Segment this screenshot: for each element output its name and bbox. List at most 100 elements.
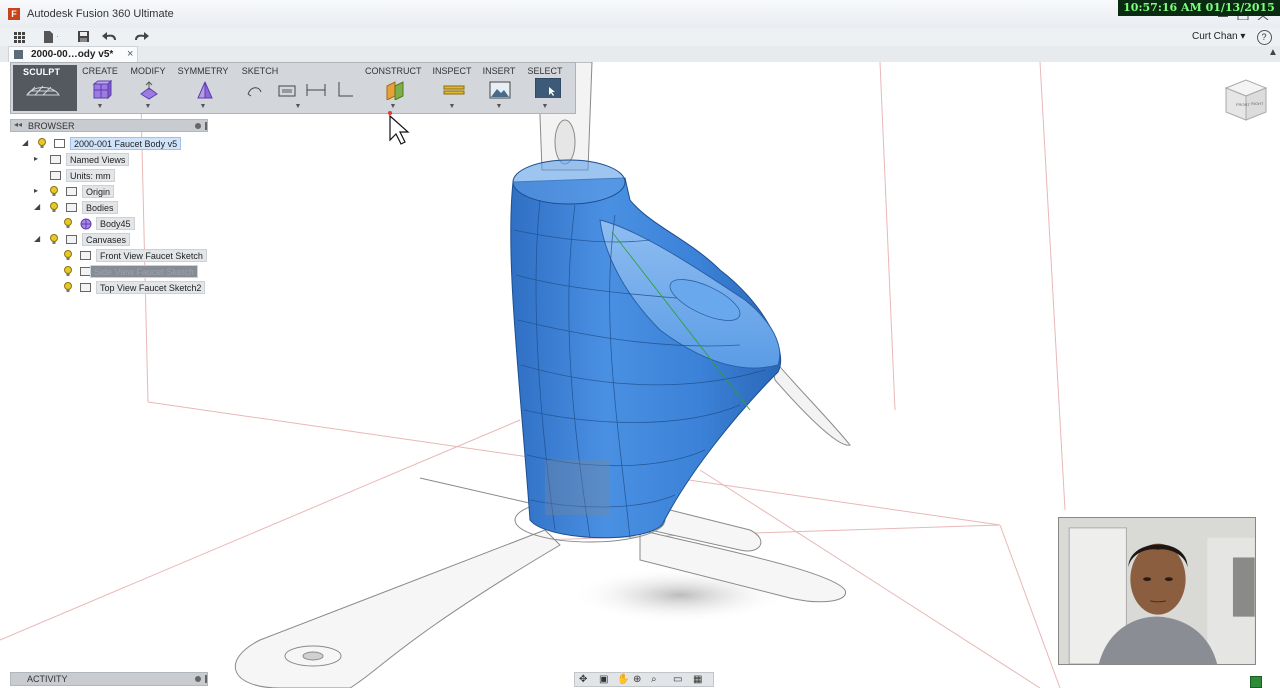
box-icon <box>92 80 112 100</box>
folder-icon <box>66 187 77 196</box>
panel-grip-icon[interactable] <box>205 675 207 683</box>
chevron-down-icon: ▼ <box>294 103 302 110</box>
document-settings-icon <box>50 171 61 180</box>
visibility-bulb-icon[interactable] <box>50 202 58 212</box>
close-tab-icon[interactable]: × <box>127 48 133 60</box>
window-title: Autodesk Fusion 360 Ultimate <box>27 8 174 20</box>
expand-triangle-icon[interactable]: ▸ <box>34 154 42 163</box>
select-label: SELECT <box>527 66 563 76</box>
data-panel-grid-icon[interactable] <box>10 30 28 44</box>
sculpt-mesh-icon <box>26 85 60 96</box>
viewcube[interactable]: FRONT RIGHT <box>1220 74 1270 124</box>
tree-item-label: Canvases <box>82 233 131 246</box>
tree-item-label: Body45 <box>96 217 135 230</box>
collapse-triangle-icon[interactable]: ◢ <box>34 234 42 243</box>
visibility-bulb-icon[interactable] <box>64 218 72 228</box>
pin-icon[interactable] <box>195 676 201 682</box>
workspace-label: SCULPT <box>23 67 61 77</box>
tree-item-label: Named Views <box>66 153 130 166</box>
tree-item-label: 2000-001 Faucet Body v5 <box>70 137 182 150</box>
grid-settings-icon[interactable]: ▦ <box>693 674 702 685</box>
browser-panel-header[interactable]: ◂◂ BROWSER <box>10 119 208 132</box>
visibility-bulb-icon[interactable] <box>50 234 58 244</box>
tree-item-label: Bodies <box>82 201 118 214</box>
help-icon: ? <box>1256 30 1272 45</box>
visibility-bulb-icon[interactable] <box>64 266 72 276</box>
orbit-icon[interactable]: ✥ <box>579 674 587 685</box>
activity-title: ACTIVITY <box>27 674 68 684</box>
attach-canvas-icon <box>489 81 511 99</box>
offset-plane-icon <box>386 81 404 100</box>
collapse-triangle-icon[interactable]: ◢ <box>22 138 30 147</box>
modify-label: MODIFY <box>130 66 166 76</box>
user-account-menu[interactable]: Curt Chan ▾ <box>1192 31 1245 42</box>
presenter-webcam-overlay <box>1058 517 1256 665</box>
browser-title: BROWSER <box>28 121 75 131</box>
create-label: CREATE <box>82 66 118 76</box>
viewcube-right-face[interactable]: RIGHT <box>1251 101 1264 106</box>
status-indicator-icon[interactable] <box>1250 676 1262 688</box>
faucet-body[interactable] <box>510 159 782 539</box>
document-tab-label: 2000-00…ody v5* <box>31 49 114 60</box>
navigation-bar: ✥ ▣ ✋ ⊕ ⌕ ▭ ▦ <box>574 672 714 687</box>
display-settings-icon[interactable]: ▭ <box>673 674 682 685</box>
panel-grip-icon[interactable] <box>205 122 207 130</box>
visibility-bulb-icon[interactable] <box>64 282 72 292</box>
fit-icon[interactable]: ⌕ <box>651 674 657 685</box>
mouse-cursor-icon <box>388 111 410 145</box>
component-icon <box>54 139 65 148</box>
chevron-down-icon: ▼ <box>199 103 207 110</box>
tspline-body-icon <box>80 218 92 230</box>
visibility-bulb-icon[interactable] <box>50 186 58 196</box>
mirror-icon <box>197 81 213 99</box>
select-menu[interactable]: SELECT ▼ <box>523 63 567 113</box>
quick-access-toolbar: Curt Chan ▾ ? <box>0 28 1280 47</box>
collapse-triangle-icon[interactable]: ◢ <box>34 202 42 211</box>
inspect-menu[interactable]: INSPECT ▼ <box>429 63 475 113</box>
file-menu-icon[interactable] <box>40 30 58 44</box>
help-button[interactable]: ? <box>1256 29 1272 45</box>
insert-menu[interactable]: INSERT ▼ <box>477 63 521 113</box>
viewcube-front-face[interactable]: FRONT <box>1236 102 1250 107</box>
visibility-bulb-icon[interactable] <box>38 138 46 148</box>
tree-item-label: Units: mm <box>66 169 115 182</box>
recording-clock-overlay: 10:57:16 AM 01/13/2015 <box>1118 0 1280 16</box>
sketch-tools-icon <box>247 82 353 97</box>
chevron-down-icon: ▼ <box>448 103 456 110</box>
collapse-panel-icon[interactable]: ◂◂ <box>14 120 22 129</box>
chevron-down-icon: ▼ <box>541 103 549 110</box>
construct-menu[interactable]: CONSTRUCT ▼ <box>365 63 422 113</box>
construct-label: CONSTRUCT <box>365 66 422 76</box>
chevron-up-icon[interactable]: ▲ <box>1268 47 1278 58</box>
pan-icon[interactable]: ✋ <box>617 674 629 685</box>
tree-item-label: Top View Faucet Sketch2 <box>96 281 206 294</box>
chevron-down-icon: ▼ <box>495 103 503 110</box>
chevron-down-icon: ▼ <box>96 103 104 110</box>
workspace-switcher[interactable]: SCULPT <box>13 65 77 111</box>
chevron-down-icon: ▼ <box>144 103 152 110</box>
sketch-menu[interactable]: SKETCH ▼ <box>233 63 363 113</box>
save-icon[interactable] <box>74 30 92 44</box>
fusion-app-icon[interactable]: F <box>8 8 20 20</box>
modify-menu[interactable]: MODIFY ▼ <box>125 63 171 113</box>
tree-item-label: Front View Faucet Sketch <box>96 249 207 262</box>
select-icon <box>535 78 561 98</box>
visibility-bulb-icon[interactable] <box>64 250 72 260</box>
create-menu[interactable]: CREATE ▼ <box>79 63 121 113</box>
window-title-bar: F Autodesk Fusion 360 Ultimate <box>0 0 1280 29</box>
tree-item-label: Side View Faucet Sketch <box>90 265 198 278</box>
canvas-image-icon <box>80 251 91 260</box>
edit-form-icon <box>140 81 158 100</box>
expand-triangle-icon[interactable]: ▸ <box>34 186 42 195</box>
document-tab[interactable]: 2000-00…ody v5* × <box>8 46 138 62</box>
canvas-image-icon <box>80 283 91 292</box>
redo-icon[interactable] <box>132 30 150 44</box>
undo-icon[interactable] <box>101 30 119 44</box>
tree-item-label: Origin <box>82 185 115 198</box>
insert-label: INSERT <box>482 66 516 76</box>
chevron-down-icon: ▼ <box>389 103 397 110</box>
look-at-icon[interactable]: ▣ <box>599 674 608 685</box>
zoom-icon[interactable]: ⊕ <box>633 674 641 685</box>
activity-panel-header[interactable]: ACTIVITY <box>10 672 208 686</box>
pin-icon[interactable] <box>195 123 201 129</box>
